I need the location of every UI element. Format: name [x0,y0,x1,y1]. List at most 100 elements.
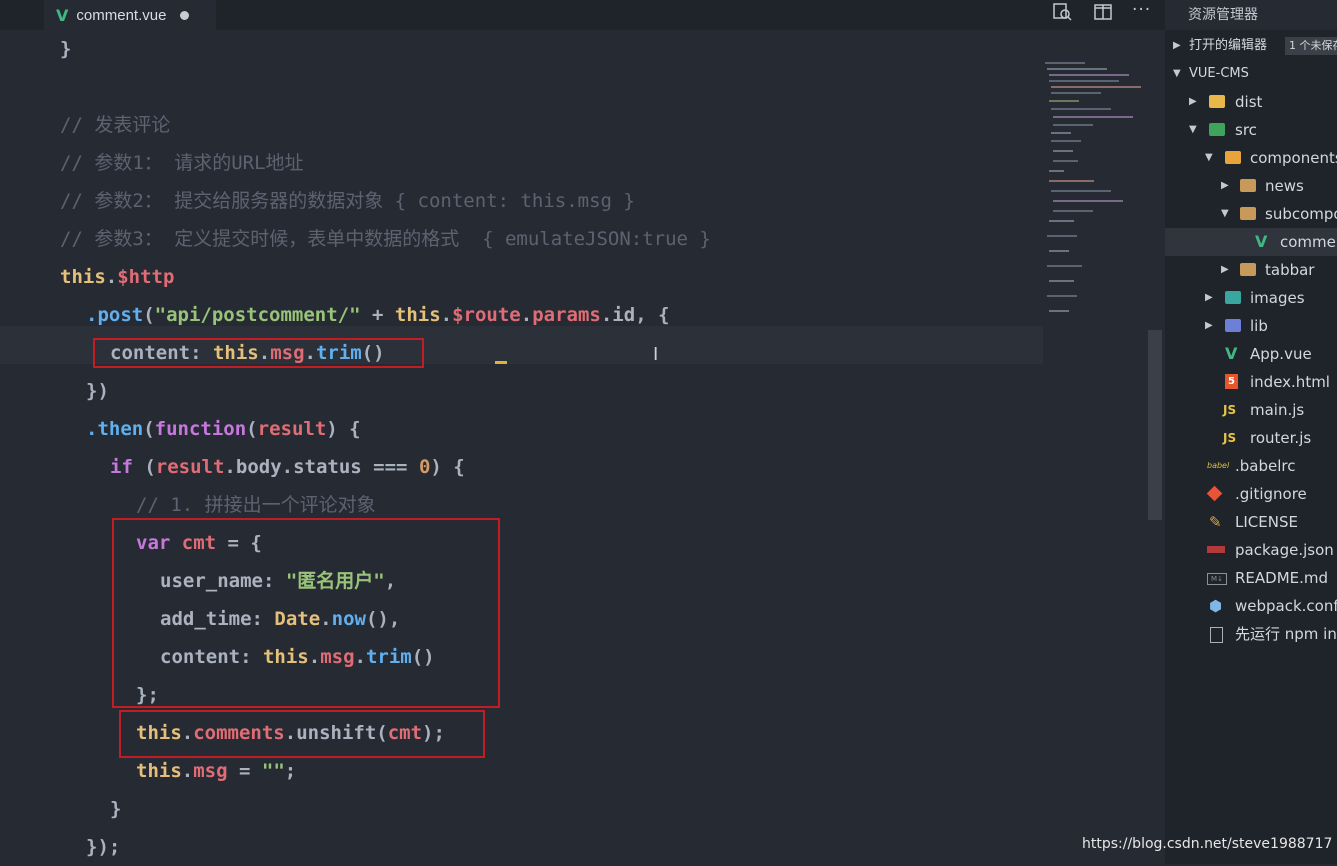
js-icon: JS [1223,403,1237,417]
code-line: this.$http [60,266,175,288]
code-line: } [60,38,72,60]
code-comment: // 参数1： 请求的URL地址 [60,152,304,174]
vue-icon: V [56,5,69,25]
tree-item-label: main.js [1250,401,1305,419]
watermark: https://blog.csdn.net/steve1988717 [1082,836,1333,852]
folder-icon [1240,263,1256,276]
tree-item-label: .babelrc [1235,457,1296,475]
tab-label: comment.vue [76,6,167,24]
tab-comment-vue[interactable]: V comment.vue [44,0,216,30]
project-label: VUE-CMS [1189,66,1249,81]
highlight-box [93,338,424,368]
tree-item-label: news [1265,177,1304,195]
vertical-scrollbar[interactable] [1148,330,1162,520]
tree-item-readme-first[interactable]: 先运行 npm install [1165,620,1337,648]
vue-icon: V [1225,344,1238,363]
tree-item-label: dist [1235,93,1263,111]
tree-item-label: package.json [1235,541,1334,559]
code-line: }); [86,836,121,858]
tree-item-label: router.js [1250,429,1312,447]
unsaved-badge: 1 个未保存 [1285,37,1337,55]
babel-icon: babel [1207,461,1230,470]
code-line: if (result.body.status === 0) { [110,456,465,478]
more-icon[interactable]: ··· [1132,0,1151,20]
html5-icon: 5 [1225,374,1238,389]
code-comment: // 参数2： 提交给服务器的数据对象 { content: this.msg … [60,190,635,212]
editor-tab-bar: V comment.vue ··· [0,0,1165,30]
npm-icon [1207,546,1225,553]
markdown-icon: M↓ [1207,573,1227,585]
tree-item-components[interactable]: ▼ components [1165,144,1337,172]
chevron-down-icon: ▼ [1189,124,1197,135]
tree-item-main-js[interactable]: JS main.js [1165,396,1337,424]
folder-icon [1240,207,1256,220]
minimap[interactable] [1043,60,1148,330]
tree-item-app-vue[interactable]: V App.vue [1165,340,1337,368]
tree-item-dist[interactable]: ▶ dist [1165,88,1337,116]
code-line: } [110,798,122,820]
bracket-underline [495,361,507,364]
tree-item-label: images [1250,289,1305,307]
open-preview-icon[interactable] [1052,2,1072,27]
tree-item-index-html[interactable]: 5 index.html [1165,368,1337,396]
tree-item-package-json[interactable]: package.json [1165,536,1337,564]
tree-item-src[interactable]: ▼ src [1165,116,1337,144]
tree-item-babelrc[interactable]: babel .babelrc [1165,452,1337,480]
chevron-right-icon: ▶ [1189,96,1197,107]
chevron-right-icon: ▶ [1205,320,1213,331]
open-editors-label: 打开的编辑器 [1189,38,1268,53]
chevron-right-icon: ▶ [1205,292,1213,303]
vue-icon: V [1255,232,1268,251]
js-icon: JS [1223,431,1237,445]
license-icon: ✎ [1209,513,1222,531]
folder-icon [1225,291,1241,304]
chevron-down-icon: ▼ [1173,68,1181,79]
tree-item-subcomponents[interactable]: ▼ subcomponents [1165,200,1337,228]
tree-item-label: src [1235,121,1257,139]
tree-item-label: App.vue [1250,345,1312,363]
unsaved-dot-icon[interactable] [180,10,190,20]
tree-item-label: tabbar [1265,261,1315,279]
code-line: .then(function(result) { [86,418,361,440]
folder-icon [1225,151,1241,164]
tree-item-label: comment.vue [1280,233,1337,251]
tree-item-label: README.md [1235,569,1329,587]
file-icon [1210,627,1223,643]
git-icon [1206,485,1223,502]
chevron-down-icon: ▼ [1221,208,1229,219]
tree-item-images[interactable]: ▶ images [1165,284,1337,312]
tree-item-comment-vue[interactable]: V comment.vue [1165,228,1337,256]
highlight-box [112,518,500,708]
tree-item-lib[interactable]: ▶ lib [1165,312,1337,340]
folder-icon [1240,179,1256,192]
folder-icon [1225,319,1241,332]
tree-item-label: lib [1250,317,1268,335]
chevron-right-icon: ▶ [1173,40,1181,51]
highlight-box [119,710,485,758]
tree-item-router-js[interactable]: JS router.js [1165,424,1337,452]
code-editor[interactable]: } // 发表评论 // 参数1： 请求的URL地址 // 参数2： 提交给服务… [0,30,1162,864]
tree-item-webpack-config[interactable]: ⬢ webpack.config.js [1165,592,1337,620]
code-line: }) [86,380,109,402]
folder-icon [1209,123,1225,136]
tree-item-label: components [1250,149,1337,167]
tree-item-license[interactable]: ✎ LICENSE [1165,508,1337,536]
tree-item-label: 先运行 npm install [1235,625,1337,643]
tree-item-tabbar[interactable]: ▶ tabbar [1165,256,1337,284]
split-editor-icon[interactable] [1093,2,1113,27]
code-comment: // 参数3： 定义提交时候，表单中数据的格式 { emulateJSON:tr… [60,228,711,250]
chevron-right-icon: ▶ [1221,264,1229,275]
tree-item-label: LICENSE [1235,513,1298,531]
code-comment: // 发表评论 [60,114,171,136]
tree-item-label: index.html [1250,373,1330,391]
folder-icon [1209,95,1225,108]
code-line: .post("api/postcomment/" + this.$route.p… [86,304,670,326]
tree-item-label: .gitignore [1235,485,1307,503]
tree-item-label: subcomponents [1265,205,1337,223]
chevron-down-icon: ▼ [1205,152,1213,163]
explorer-sidebar: ▶ 打开的编辑器 1 个未保存 ▼ VUE-CMS ▶ dist ▼ src ▼… [1165,30,1337,864]
explorer-title: 资源管理器 [1188,7,1258,23]
tree-item-news[interactable]: ▶ news [1165,172,1337,200]
tree-item-gitignore[interactable]: .gitignore [1165,480,1337,508]
tree-item-readme[interactable]: M↓ README.md [1165,564,1337,592]
